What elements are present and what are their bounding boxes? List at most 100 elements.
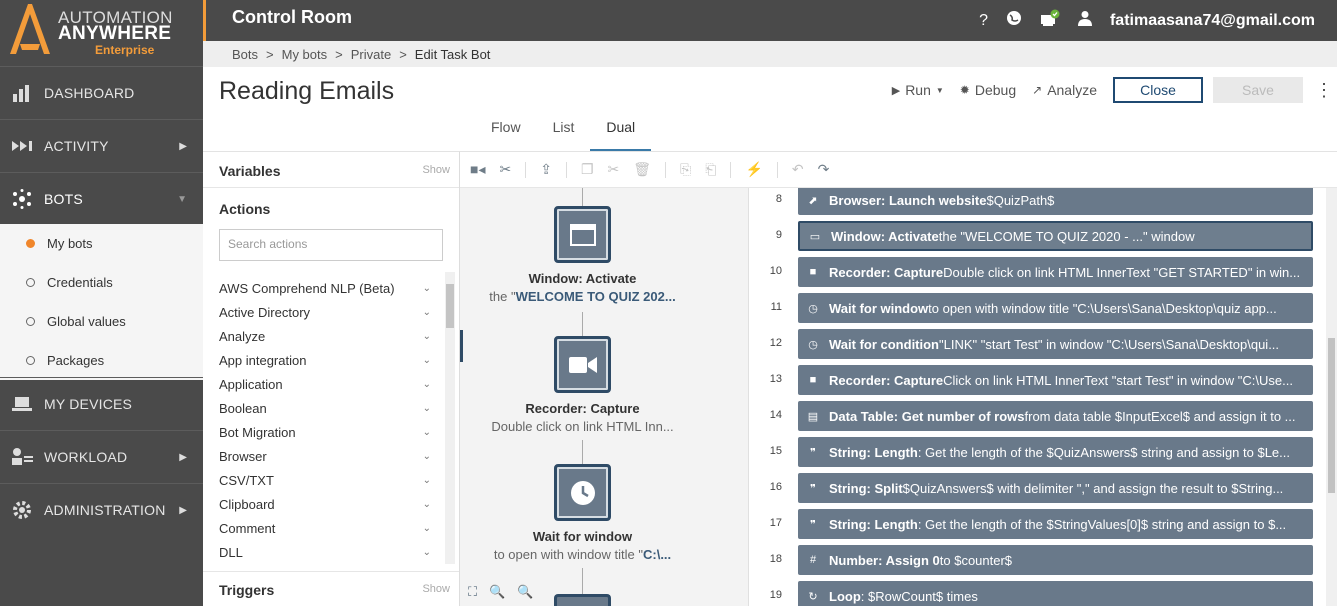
fit-screen-icon[interactable]: ⛶ [468,584,477,600]
cut-node-icon[interactable]: ✂ [499,161,511,178]
zoom-in-icon[interactable]: 🔍 [517,584,533,600]
chevron-right-icon: ▶ [179,140,187,152]
action-label: Application [219,376,283,392]
action-label: Analyze [219,328,266,344]
flow-node[interactable]: Window: Activate the "WELCOME TO QUIZ 20… [460,206,705,304]
variables-heading[interactable]: Variables [219,163,281,179]
nav-bots[interactable]: BOTS ▼ [0,172,203,225]
devices-status-icon[interactable] [1040,9,1060,32]
action-item[interactable]: CSV/TXT ⌄ [219,468,433,492]
brand-logo[interactable]: AUTOMATION ANYWHERE Enterprise [0,0,203,66]
nav-my-devices[interactable]: MY DEVICES [0,377,203,430]
flow-node[interactable]: Wait for window to open with window titl… [460,464,705,562]
list-item[interactable]: 11 ◷ Wait for window to open with window … [750,291,1326,327]
paste-icon[interactable]: ⎘ [680,161,691,178]
action-item[interactable]: Bot Migration ⌄ [219,420,433,444]
nav-my-devices-label: MY DEVICES [44,396,133,412]
analyze-button[interactable]: ↗ Analyze [1032,82,1097,98]
action-item[interactable]: DLL ⌄ [219,540,433,564]
list-scrollbar[interactable] [1326,188,1337,606]
subnav-my-bots[interactable]: My bots [0,224,203,263]
flow-node[interactable]: Recorder: Capture Double click on link H… [460,336,705,434]
flow-node-partial[interactable] [554,594,611,606]
nav-activity[interactable]: ACTIVITY ▶ [0,119,203,172]
list-item[interactable]: 8 ⬈ Browser: Launch website $QuizPath$ [750,188,1326,219]
search-actions-input[interactable]: Search actions [219,229,443,261]
globe-icon[interactable] [1006,10,1022,31]
paste-after-icon[interactable]: ⎗ [705,161,716,178]
breadcrumb-bots[interactable]: Bots [232,47,258,62]
run-button[interactable]: ▶ Run ▼ [892,82,944,98]
subnav-credentials-label: Credentials [47,275,113,290]
close-button[interactable]: Close [1113,77,1203,103]
subnav-global-values[interactable]: Global values [0,302,203,341]
triggers-heading[interactable]: Triggers [219,582,274,598]
list-item[interactable]: 15 ❞ String: Length : Get the length of t… [750,435,1326,471]
list-item[interactable]: 13 ■ Recorder: Capture Click on link HTML… [750,363,1326,399]
subnav-credentials[interactable]: Credentials [0,263,203,302]
chevron-down-icon: ⌄ [422,426,431,438]
save-button[interactable]: Save [1213,77,1303,103]
tab-dual[interactable]: Dual [590,119,652,151]
help-icon[interactable]: ? [979,12,988,30]
user-icon[interactable] [1077,10,1092,31]
undo-icon[interactable]: ↶ [792,161,804,178]
list-item[interactable]: 16 ❞ String: Split $QuizAnswers$ with del… [750,471,1326,507]
scrollbar-thumb[interactable] [446,284,454,328]
triggers-show-link[interactable]: Show [422,583,450,595]
action-item[interactable]: Application ⌄ [219,372,433,396]
record-icon[interactable]: ■◂ [470,161,485,178]
actions-panel: Variables Show Actions Search actions AW… [203,151,460,606]
action-item[interactable]: App integration ⌄ [219,348,433,372]
zoom-out-icon[interactable]: 🔍 [489,584,505,600]
list-item[interactable]: 18 # Number: Assign 0 to $counter$ [750,543,1326,579]
laptop-icon [0,395,44,413]
chevron-down-icon: ⌄ [422,282,431,294]
redo-icon[interactable]: ↷ [818,161,830,178]
left-navigation: AUTOMATION ANYWHERE Enterprise DASHBOARD… [0,0,203,606]
cut-icon[interactable]: ✂ [608,161,620,178]
copy-icon[interactable]: ❐ [581,161,594,178]
list-item[interactable]: 14 ▤ Data Table: Get number of rows from … [750,399,1326,435]
list-item-selected[interactable]: 9 ▭ Window: Activate the "WELCOME TO QUIZ… [750,219,1326,255]
action-item[interactable]: Analyze ⌄ [219,324,433,348]
nav-dashboard[interactable]: DASHBOARD [0,66,203,119]
breadcrumb-private[interactable]: Private [351,47,391,62]
tab-flow[interactable]: Flow [475,119,537,151]
tab-list[interactable]: List [537,119,591,151]
list-item[interactable]: 17 ❞ String: Length : Get the length of t… [750,507,1326,543]
nav-workload[interactable]: WORKLOAD ▶ [0,430,203,483]
flow-controls: ⛶ 🔍 🔍 [468,584,533,600]
list-item[interactable]: 12 ◷ Wait for condition "LINK" "start Tes… [750,327,1326,363]
connector [582,568,583,594]
divider [565,161,567,178]
user-email[interactable]: fatimaasana74@gmail.com [1110,12,1315,30]
dashboard-icon [0,82,44,104]
actions-scrollbar[interactable] [445,272,455,564]
table-icon: ▤ [807,410,819,423]
action-item[interactable]: Boolean ⌄ [219,396,433,420]
chevron-down-icon: ⌄ [422,450,431,462]
list-item[interactable]: 19 ↻ Loop : $RowCount$ times [750,579,1326,606]
debug-label: Debug [974,82,1017,98]
debug-button[interactable]: ✹ Debug [960,82,1016,98]
action-item[interactable]: Comment ⌄ [219,516,433,540]
action-label: Active Directory [219,304,311,320]
breadcrumb-my-bots[interactable]: My bots [282,47,328,62]
variables-show-link[interactable]: Show [422,164,450,176]
camera-icon: ■ [809,266,817,278]
action-item[interactable]: Active Directory ⌄ [219,300,433,324]
more-options-icon[interactable]: ⋮ [1315,80,1333,101]
disable-icon[interactable]: ⚡ [745,161,762,178]
action-item[interactable]: Browser ⌄ [219,444,433,468]
nav-bots-label: BOTS [44,191,83,207]
action-item[interactable]: Clipboard ⌄ [219,492,433,516]
subnav-packages[interactable]: Packages [0,341,203,380]
scrollbar-thumb[interactable] [1328,338,1335,493]
nav-administration[interactable]: ADMINISTRATION ▶ [0,483,203,536]
delete-icon[interactable]: 🗑 [633,161,651,178]
insert-icon[interactable]: ⇪ [540,161,552,178]
list-item[interactable]: 10 ■ Recorder: Capture Double click on li… [750,255,1326,291]
action-item[interactable]: AWS Comprehend NLP (Beta) ⌄ [219,276,433,300]
logo-icon [10,4,50,54]
